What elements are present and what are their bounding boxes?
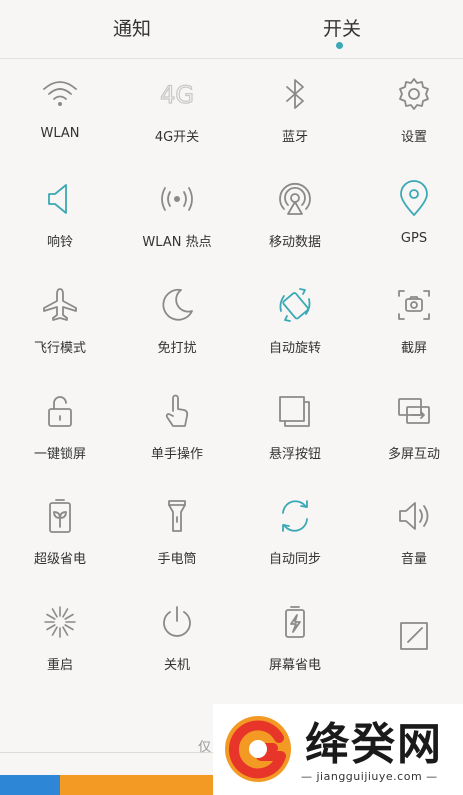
sync-icon: [275, 496, 315, 536]
toggle-label: 响铃: [46, 235, 73, 250]
toggle-label: 一键锁屏: [33, 447, 86, 462]
watermark: 绛癸网 — jiangguijiuye.com —: [213, 704, 463, 795]
watermark-subtitle: — jiangguijiuye.com —: [301, 770, 438, 783]
toggle-mobile-data[interactable]: 移动数据: [237, 167, 353, 272]
toggle-hotspot[interactable]: WLAN 热点: [119, 167, 235, 272]
watermark-logo-icon: [225, 716, 291, 782]
toggle-bluetooth[interactable]: 蓝牙: [237, 62, 353, 167]
restart-icon: [40, 602, 80, 642]
toggle-flashlight[interactable]: 手电筒: [119, 484, 235, 589]
screenshot-icon: [394, 285, 434, 325]
toggle-label: 悬浮按钮: [268, 447, 321, 462]
tab-divider: [0, 58, 463, 59]
toggle-restart[interactable]: 重启: [2, 590, 118, 695]
toggle-label: 蓝牙: [281, 130, 308, 145]
4g-icon: 4G: [157, 74, 197, 114]
speaker-icon: [40, 179, 80, 219]
toggle-label: 多屏互动: [387, 447, 440, 462]
toggle-sync[interactable]: 自动同步: [237, 484, 353, 589]
hand-icon: [157, 391, 197, 431]
toggle-label: 设置: [400, 130, 427, 145]
watermark-title: 绛癸网: [305, 719, 443, 770]
toggle-label: 免打扰: [157, 341, 197, 356]
toggle-label: 手电筒: [157, 552, 197, 567]
toggle-volume[interactable]: 音量: [356, 484, 463, 589]
toggle-label: 重启: [46, 658, 73, 673]
toggle-speaker[interactable]: 响铃: [2, 167, 118, 272]
battery-leaf-icon: [40, 496, 80, 536]
toggle-rotate[interactable]: 自动旋转: [237, 273, 353, 378]
bottom-hint: 仅: [198, 740, 212, 755]
volume-icon: [394, 496, 434, 536]
battery-bolt-icon: [275, 602, 315, 642]
toggle-label: 移动数据: [268, 235, 321, 250]
flashlight-icon: [157, 496, 197, 536]
lock-icon: [40, 391, 80, 431]
toggle-airplane[interactable]: 飞行模式: [2, 273, 118, 378]
toggle-label: WLAN 热点: [142, 235, 212, 250]
toggle-gear[interactable]: 设置: [356, 62, 463, 167]
toggle-label: 单手操作: [150, 447, 203, 462]
tab-notifications[interactable]: 通知: [72, 14, 192, 41]
rotate-icon: [275, 285, 315, 325]
svg-text:4G: 4G: [160, 81, 194, 109]
toggle-lock[interactable]: 一键锁屏: [2, 379, 118, 484]
toggle-edit[interactable]: [356, 590, 463, 695]
toggle-label: 飞行模式: [33, 341, 86, 356]
toggle-label: 关机: [163, 658, 190, 673]
tab-bar: 通知 开关: [0, 0, 463, 56]
tab-switches[interactable]: 开关: [282, 14, 402, 41]
edit-icon: [394, 616, 434, 656]
moon-icon: [157, 285, 197, 325]
toggle-battery-bolt[interactable]: 屏幕省电: [237, 590, 353, 695]
floating-button-icon: [275, 391, 315, 431]
toggle-label: 自动同步: [268, 552, 321, 567]
toggle-location-pin[interactable]: GPS: [356, 167, 463, 272]
mobile-data-icon: [275, 179, 315, 219]
location-pin-icon: [394, 179, 434, 219]
gear-icon: [394, 74, 434, 114]
toggle-label: 音量: [400, 552, 427, 567]
toggle-label: GPS: [400, 231, 428, 246]
toggle-4g[interactable]: 4G 4G开关: [119, 62, 235, 167]
toggle-power[interactable]: 关机: [119, 590, 235, 695]
toggle-moon[interactable]: 免打扰: [119, 273, 235, 378]
power-icon: [157, 602, 197, 642]
toggle-floating-button[interactable]: 悬浮按钮: [237, 379, 353, 484]
toggle-label: 超级省电: [33, 552, 86, 567]
toggle-label: 截屏: [400, 341, 427, 356]
active-tab-indicator: [336, 42, 343, 49]
toggle-hand[interactable]: 单手操作: [119, 379, 235, 484]
toggle-multi-screen[interactable]: 多屏互动: [356, 379, 463, 484]
toggle-label: WLAN: [40, 126, 80, 141]
toggle-wifi[interactable]: WLAN: [2, 62, 118, 167]
toggle-label: 自动旋转: [268, 341, 321, 356]
toggle-screenshot[interactable]: 截屏: [356, 273, 463, 378]
bluetooth-icon: [275, 74, 315, 114]
hotspot-icon: [157, 179, 197, 219]
wifi-icon: [40, 74, 80, 114]
multi-screen-icon: [394, 391, 434, 431]
toggle-battery-leaf[interactable]: 超级省电: [2, 484, 118, 589]
toggle-label: 屏幕省电: [268, 658, 321, 673]
background-strip-orange: [60, 775, 220, 795]
airplane-icon: [40, 285, 80, 325]
toggle-label: 4G开关: [154, 130, 200, 145]
